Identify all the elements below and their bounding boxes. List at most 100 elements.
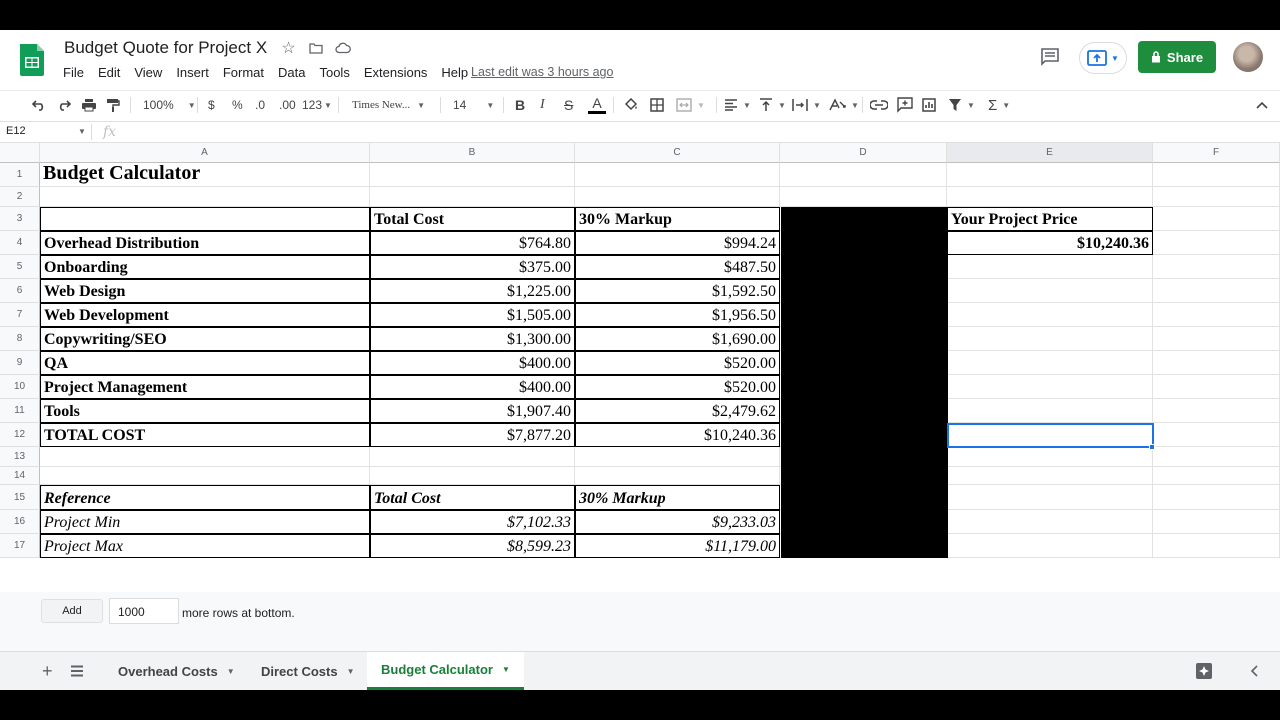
document-title[interactable]: Budget Quote for Project X — [64, 38, 267, 58]
menu-edit[interactable]: Edit — [91, 63, 127, 82]
last-edit-link[interactable]: Last edit was 3 hours ago — [471, 65, 613, 79]
sheets-logo-icon[interactable] — [18, 42, 46, 76]
share-button[interactable]: Share — [1138, 41, 1216, 73]
menu-data[interactable]: Data — [271, 63, 312, 82]
sheet-title[interactable]: Budget Calculator — [40, 163, 575, 187]
cell[interactable] — [947, 510, 1153, 534]
undo-icon[interactable] — [31, 91, 47, 119]
header-total-cost[interactable]: Total Cost — [370, 207, 575, 231]
column-header-b[interactable]: B — [370, 143, 575, 163]
italic-icon[interactable]: I — [540, 91, 545, 119]
collapse-menu-icon[interactable] — [1256, 91, 1268, 119]
column-header-a[interactable]: A — [40, 143, 370, 163]
comment-history-icon[interactable] — [1039, 46, 1061, 68]
all-sheets-icon[interactable] — [70, 652, 84, 690]
row-header-3[interactable]: 3 — [0, 207, 40, 231]
cell[interactable] — [947, 399, 1153, 423]
row-header-15[interactable]: 15 — [0, 485, 40, 510]
reference-header-markup[interactable]: 30% Markup — [575, 485, 780, 510]
item-total-cost[interactable]: $1,505.00 — [370, 303, 575, 327]
font-select[interactable]: Times New... ▼ — [352, 91, 425, 119]
text-rotation-icon[interactable]: ▼ — [828, 91, 859, 119]
row-header-5[interactable]: 5 — [0, 255, 40, 279]
menu-insert[interactable]: Insert — [169, 63, 216, 82]
cell[interactable] — [947, 351, 1153, 375]
text-color-icon[interactable]: A — [588, 91, 606, 119]
cell[interactable] — [1153, 534, 1280, 558]
column-header-e[interactable]: E — [947, 143, 1153, 163]
row-header-13[interactable]: 13 — [0, 447, 40, 467]
vertical-align-icon[interactable]: ▼ — [759, 91, 786, 119]
menu-view[interactable]: View — [127, 63, 169, 82]
row-header-6[interactable]: 6 — [0, 279, 40, 303]
column-header-c[interactable]: C — [575, 143, 780, 163]
more-formats-button[interactable]: 123 ▼ — [302, 91, 332, 119]
item-total-cost[interactable]: $1,907.40 — [370, 399, 575, 423]
strikethrough-icon[interactable]: S — [564, 91, 573, 119]
row-header-12[interactable]: 12 — [0, 423, 40, 447]
cell[interactable] — [947, 255, 1153, 279]
cell[interactable] — [947, 534, 1153, 558]
explore-icon[interactable] — [1195, 652, 1213, 690]
reference-total-cost[interactable]: $8,599.23 — [370, 534, 575, 558]
item-markup[interactable]: $520.00 — [575, 351, 780, 375]
name-box[interactable]: E12 — [6, 125, 26, 137]
merge-cells-icon[interactable]: ▼ — [676, 91, 705, 119]
item-name[interactable]: Overhead Distribution — [40, 231, 370, 255]
star-icon[interactable]: ☆ — [280, 39, 297, 57]
cell[interactable] — [1153, 303, 1280, 327]
percent-format-button[interactable]: % — [232, 91, 243, 119]
filter-icon[interactable]: ▼ — [948, 91, 975, 119]
item-total-cost[interactable]: $764.80 — [370, 231, 575, 255]
spreadsheet-grid[interactable]: A B C D E F 1 2 3 4 5 6 7 8 9 10 11 12 13 14 15 16 17 Budget Ca… — [0, 143, 1280, 592]
column-header-d[interactable]: D — [780, 143, 947, 163]
cell[interactable] — [40, 447, 370, 467]
row-header-17[interactable]: 17 — [0, 534, 40, 558]
cell[interactable] — [575, 187, 780, 207]
cell[interactable] — [947, 485, 1153, 510]
print-icon[interactable] — [81, 91, 97, 119]
row-header-14[interactable]: 14 — [0, 467, 40, 485]
insert-link-icon[interactable] — [870, 91, 888, 119]
collapse-side-panel-icon[interactable] — [1250, 652, 1258, 690]
cell[interactable] — [1153, 423, 1280, 447]
item-total-cost[interactable]: $400.00 — [370, 351, 575, 375]
paint-format-icon[interactable] — [106, 91, 120, 119]
font-size-select[interactable]: 14 ▼ — [453, 91, 494, 119]
text-wrapping-icon[interactable]: ▼ — [792, 91, 821, 119]
menu-help[interactable]: Help — [434, 63, 475, 82]
reference-name[interactable]: Project Max — [40, 534, 370, 558]
horizontal-align-icon[interactable]: ▼ — [724, 91, 751, 119]
cell[interactable] — [947, 375, 1153, 399]
cell[interactable] — [1153, 231, 1280, 255]
cell[interactable] — [575, 163, 780, 187]
row-header-11[interactable]: 11 — [0, 399, 40, 423]
increase-decimal-button[interactable]: .00 — [279, 91, 296, 119]
item-name[interactable]: Web Development — [40, 303, 370, 327]
item-markup[interactable]: $10,240.36 — [575, 423, 780, 447]
cell[interactable] — [40, 467, 370, 485]
column-header-f[interactable]: F — [1153, 143, 1280, 163]
cell[interactable] — [1153, 187, 1280, 207]
cell[interactable] — [1153, 255, 1280, 279]
zoom-select[interactable]: 100% ▼ — [143, 91, 196, 119]
row-header-7[interactable]: 7 — [0, 303, 40, 327]
menu-format[interactable]: Format — [216, 63, 271, 82]
item-total-cost[interactable]: $1,225.00 — [370, 279, 575, 303]
present-button[interactable]: ▼ — [1079, 42, 1127, 74]
insert-comment-icon[interactable] — [897, 91, 913, 119]
row-header-10[interactable]: 10 — [0, 375, 40, 399]
item-name[interactable]: Tools — [40, 399, 370, 423]
cell[interactable] — [1153, 279, 1280, 303]
item-markup[interactable]: $520.00 — [575, 375, 780, 399]
item-markup[interactable]: $1,690.00 — [575, 327, 780, 351]
cell[interactable] — [1153, 351, 1280, 375]
insert-chart-icon[interactable] — [922, 91, 936, 119]
select-all-corner[interactable] — [0, 143, 40, 163]
chevron-down-icon[interactable]: ▼ — [78, 127, 86, 136]
item-total-cost[interactable]: $1,300.00 — [370, 327, 575, 351]
item-name[interactable]: Onboarding — [40, 255, 370, 279]
cell[interactable] — [575, 447, 780, 467]
row-header-4[interactable]: 4 — [0, 231, 40, 255]
fill-handle[interactable] — [1149, 444, 1155, 450]
